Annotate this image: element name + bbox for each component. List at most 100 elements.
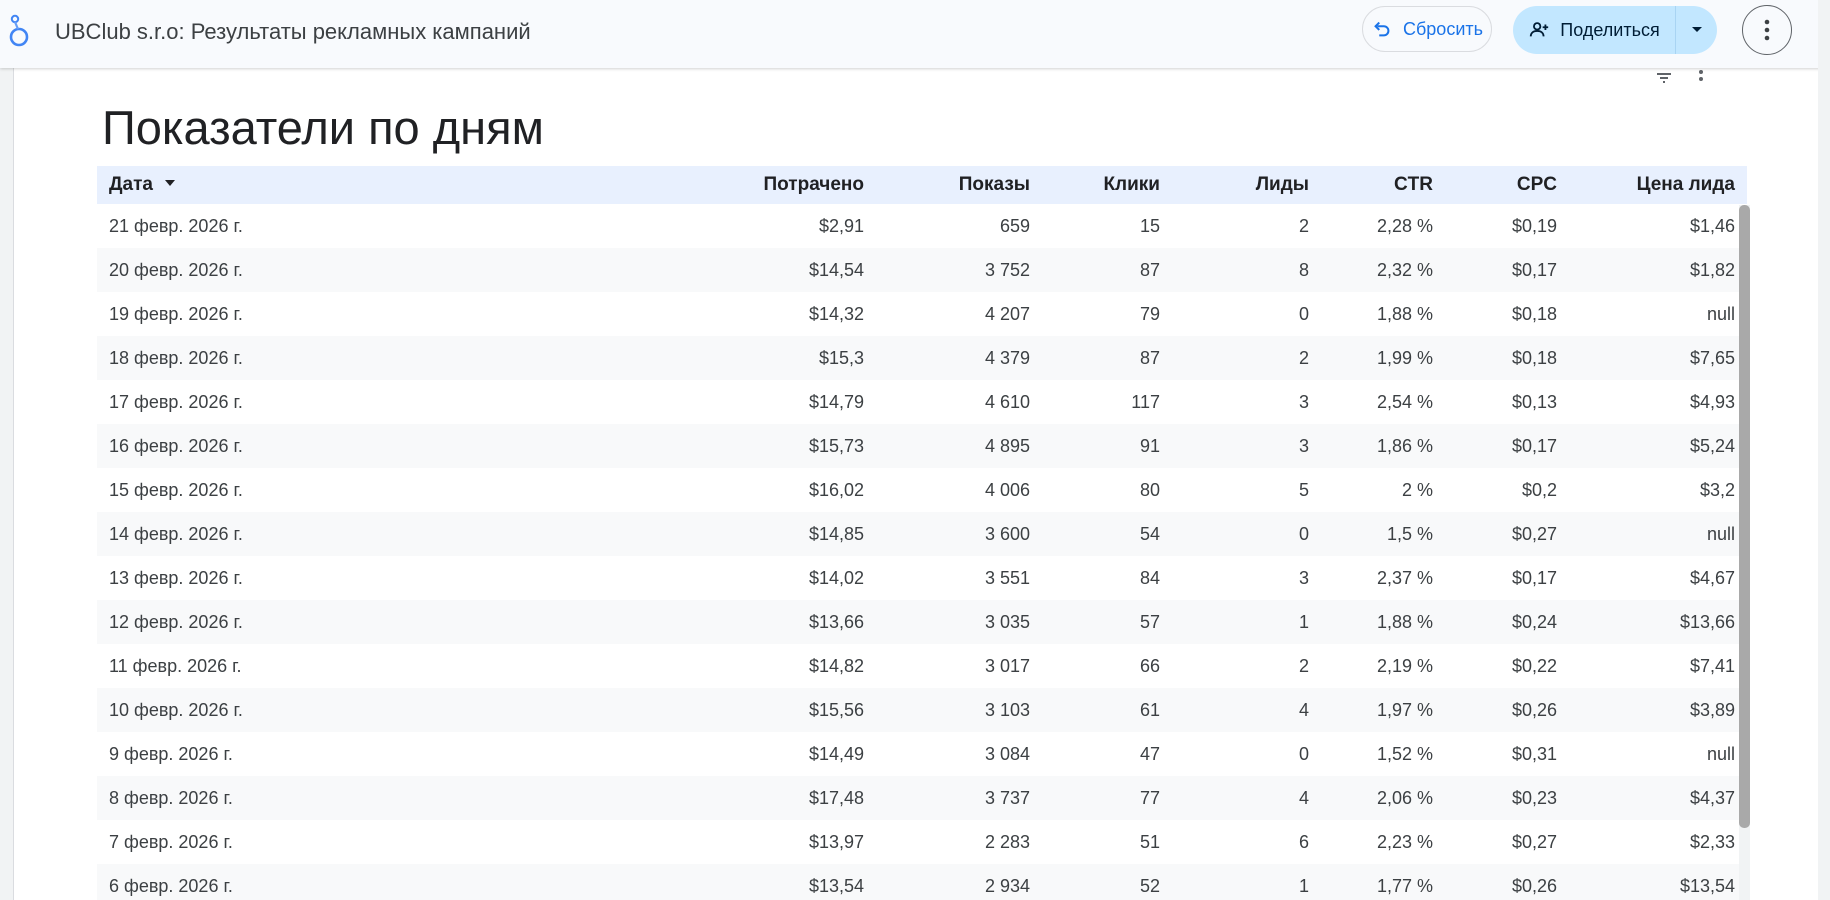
left-panel-edge bbox=[0, 68, 14, 900]
cell-leads: 4 bbox=[1298, 787, 1309, 808]
cell-spent: $2,91 bbox=[818, 215, 864, 236]
cell-date: 15 февр. 2026 г. bbox=[109, 479, 243, 500]
table-row[interactable]: 19 февр. 2026 г. $14,32 4 207 79 0 1,88 % $0,1… bbox=[97, 292, 1747, 336]
cell-leads: 3 bbox=[1298, 391, 1309, 412]
cell-cost-per-lead: null bbox=[1706, 303, 1735, 324]
caret-down-icon bbox=[1691, 27, 1702, 32]
cell-clicks: 80 bbox=[1139, 479, 1160, 500]
cell-cpc: $0,19 bbox=[1511, 215, 1557, 236]
cell-impressions: 3 035 bbox=[984, 611, 1030, 632]
cell-spent: $14,02 bbox=[808, 567, 864, 588]
column-header-label: Показы bbox=[958, 174, 1030, 195]
table-row[interactable]: 6 февр. 2026 г. $13,54 2 934 52 1 1,77 % $0,26… bbox=[97, 864, 1747, 900]
cell-date: 6 февр. 2026 г. bbox=[109, 875, 233, 896]
cell-cpc: $0,24 bbox=[1511, 611, 1557, 632]
cell-spent: $16,02 bbox=[808, 479, 864, 500]
cell-cpc: $0,2 bbox=[1521, 479, 1557, 500]
cell-spent: $13,97 bbox=[808, 831, 864, 852]
cell-clicks: 84 bbox=[1139, 567, 1160, 588]
report-name[interactable]: UBClub s.r.o: Результаты рекламных кампа… bbox=[55, 19, 531, 45]
column-header-cpc[interactable]: CPC bbox=[1445, 166, 1569, 204]
cell-clicks: 51 bbox=[1139, 831, 1160, 852]
cell-ctr: 1,5 % bbox=[1386, 523, 1433, 544]
column-header-clicks[interactable]: Клики bbox=[1042, 166, 1172, 204]
table-row[interactable]: 8 февр. 2026 г. $17,48 3 737 77 4 2,06 % $0,23… bbox=[97, 776, 1747, 820]
cell-cost-per-lead: $13,54 bbox=[1679, 875, 1735, 896]
cell-leads: 2 bbox=[1298, 655, 1309, 676]
column-header-cost-per-lead[interactable]: Цена лида bbox=[1569, 166, 1747, 204]
cell-spent: $14,82 bbox=[808, 655, 864, 676]
column-header-label: CTR bbox=[1393, 174, 1433, 195]
cell-impressions: 3 551 bbox=[984, 567, 1030, 588]
table-row[interactable]: 16 февр. 2026 г. $15,73 4 895 91 3 1,86 % $0,1… bbox=[97, 424, 1747, 468]
cell-cpc: $0,22 bbox=[1511, 655, 1557, 676]
cell-leads: 3 bbox=[1298, 567, 1309, 588]
cell-cpc: $0,27 bbox=[1511, 523, 1557, 544]
cell-leads: 1 bbox=[1298, 875, 1309, 896]
table-header-row: Дата Потрачено Показы Клики Лиды CTR CPC Цена л… bbox=[97, 166, 1747, 204]
column-header-date[interactable]: Дата bbox=[97, 166, 657, 204]
column-header-label: Лиды bbox=[1255, 174, 1309, 195]
table-row[interactable]: 21 февр. 2026 г. $2,91 659 15 2 2,28 % $0,19 $1… bbox=[97, 204, 1747, 248]
filter-icon[interactable] bbox=[1655, 66, 1673, 84]
cell-impressions: 3 737 bbox=[984, 787, 1030, 808]
cell-spent: $17,48 bbox=[808, 787, 864, 808]
cell-impressions: 659 bbox=[999, 215, 1030, 236]
column-header-impressions[interactable]: Показы bbox=[876, 166, 1042, 204]
share-dropdown-button[interactable] bbox=[1676, 6, 1717, 54]
table-row[interactable]: 7 февр. 2026 г. $13,97 2 283 51 6 2,23 % $0,27… bbox=[97, 820, 1747, 864]
column-header-leads[interactable]: Лиды bbox=[1172, 166, 1321, 204]
looker-studio-logo-icon[interactable] bbox=[6, 14, 32, 48]
page-scrollbar-gutter bbox=[1818, 0, 1830, 900]
table-row[interactable]: 17 февр. 2026 г. $14,79 4 610 117 3 2,54 % $0,… bbox=[97, 380, 1747, 424]
cell-date: 12 февр. 2026 г. bbox=[109, 611, 243, 632]
cell-cost-per-lead: $2,33 bbox=[1689, 831, 1735, 852]
cell-date: 16 февр. 2026 г. bbox=[109, 435, 243, 456]
column-header-spent[interactable]: Потрачено bbox=[657, 166, 876, 204]
cell-impressions: 4 207 bbox=[984, 303, 1030, 324]
cell-date: 9 февр. 2026 г. bbox=[109, 743, 233, 764]
reset-button[interactable]: Сбросить bbox=[1362, 6, 1492, 52]
cell-ctr: 2,54 % bbox=[1376, 391, 1433, 412]
person-add-icon bbox=[1530, 22, 1549, 37]
undo-icon bbox=[1374, 21, 1390, 37]
more-options-button[interactable] bbox=[1742, 5, 1792, 55]
cell-cost-per-lead: $3,2 bbox=[1699, 479, 1735, 500]
table-body: 21 февр. 2026 г. $2,91 659 15 2 2,28 % $0,19 $1… bbox=[97, 204, 1747, 900]
cell-cost-per-lead: $1,46 bbox=[1689, 215, 1735, 236]
table-row[interactable]: 9 февр. 2026 г. $14,49 3 084 47 0 1,52 % $0,31… bbox=[97, 732, 1747, 776]
table-row[interactable]: 10 февр. 2026 г. $15,56 3 103 61 4 1,97 % $0,2… bbox=[97, 688, 1747, 732]
sort-descending-icon[interactable] bbox=[164, 179, 175, 186]
cell-date: 14 февр. 2026 г. bbox=[109, 523, 243, 544]
cell-date: 7 февр. 2026 г. bbox=[109, 831, 233, 852]
cell-cpc: $0,23 bbox=[1511, 787, 1557, 808]
table-row[interactable]: 12 февр. 2026 г. $13,66 3 035 57 1 1,88 % $0,2… bbox=[97, 600, 1747, 644]
cell-impressions: 4 895 bbox=[984, 435, 1030, 456]
cell-cost-per-lead: $7,65 bbox=[1689, 347, 1735, 368]
cell-clicks: 77 bbox=[1139, 787, 1160, 808]
cell-ctr: 2 % bbox=[1401, 479, 1433, 500]
cell-spent: $15,73 bbox=[808, 435, 864, 456]
cell-ctr: 2,37 % bbox=[1376, 567, 1433, 588]
share-button[interactable]: Поделиться bbox=[1513, 6, 1676, 54]
cell-impressions: 4 006 bbox=[984, 479, 1030, 500]
cell-cpc: $0,27 bbox=[1511, 831, 1557, 852]
cell-spent: $14,54 bbox=[808, 259, 864, 280]
cell-ctr: 2,28 % bbox=[1376, 215, 1433, 236]
cell-clicks: 57 bbox=[1139, 611, 1160, 632]
cell-leads: 8 bbox=[1298, 259, 1309, 280]
cell-ctr: 2,23 % bbox=[1376, 831, 1433, 852]
table-row[interactable]: 15 февр. 2026 г. $16,02 4 006 80 5 2 % $0,2 $3,… bbox=[97, 468, 1747, 512]
table-row[interactable]: 13 февр. 2026 г. $14,02 3 551 84 3 2,37 % $0,1… bbox=[97, 556, 1747, 600]
cell-impressions: 3 600 bbox=[984, 523, 1030, 544]
column-header-ctr[interactable]: CTR bbox=[1321, 166, 1445, 204]
table-scrollbar-thumb[interactable] bbox=[1739, 205, 1750, 828]
cell-date: 19 февр. 2026 г. bbox=[109, 303, 243, 324]
table-row[interactable]: 20 февр. 2026 г. $14,54 3 752 87 8 2,32 % $0,1… bbox=[97, 248, 1747, 292]
table-row[interactable]: 11 февр. 2026 г. $14,82 3 017 66 2 2,19 % $0,2… bbox=[97, 644, 1747, 688]
table-row[interactable]: 18 февр. 2026 г. $15,3 4 379 87 2 1,99 % $0,18… bbox=[97, 336, 1747, 380]
cell-clicks: 87 bbox=[1139, 347, 1160, 368]
report-title: Показатели по дням bbox=[102, 101, 544, 154]
table-row[interactable]: 14 февр. 2026 г. $14,85 3 600 54 0 1,5 % $0,27… bbox=[97, 512, 1747, 556]
column-header-label: CPC bbox=[1516, 174, 1557, 195]
